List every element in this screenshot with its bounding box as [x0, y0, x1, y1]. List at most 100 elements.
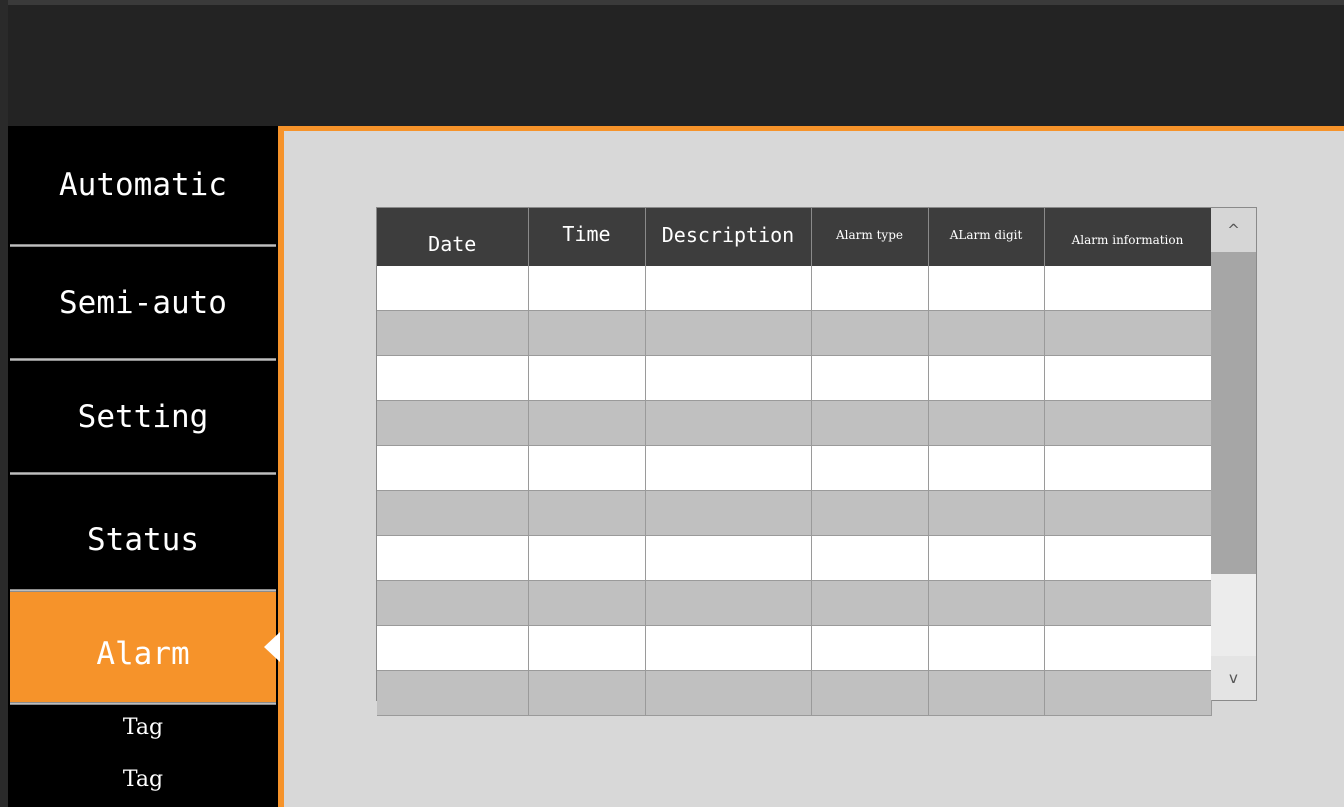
table-cell — [528, 355, 646, 401]
table-cell — [928, 670, 1045, 716]
column-header-alarm-type[interactable]: Alarm type — [811, 208, 929, 266]
active-indicator-arrow — [264, 632, 280, 662]
table-cell — [377, 445, 529, 491]
table-cell — [928, 266, 1045, 311]
table-cell — [928, 310, 1045, 356]
column-header-date[interactable]: Date — [377, 208, 529, 266]
table-cell — [645, 580, 812, 626]
table-cell — [528, 670, 646, 716]
table-cell — [377, 355, 529, 401]
table-cell — [811, 355, 929, 401]
table-cell — [928, 580, 1045, 626]
table-cell — [928, 445, 1045, 491]
scrollbar-thumb[interactable] — [1211, 252, 1256, 574]
nav-item-label: Setting — [77, 398, 209, 435]
table-cell — [811, 490, 929, 536]
table-row[interactable] — [377, 535, 1212, 581]
table-cell — [928, 625, 1045, 671]
table-cell — [1044, 355, 1212, 401]
table-cell — [377, 625, 529, 671]
table-cell — [1044, 535, 1212, 581]
table-cell — [377, 535, 529, 581]
table-cell — [528, 490, 646, 536]
top-banner — [8, 0, 1344, 126]
table-cell — [528, 266, 646, 311]
column-header-time[interactable]: Time — [528, 208, 646, 266]
table-cell — [928, 355, 1045, 401]
nav-item-label: Automatic — [59, 167, 227, 203]
table-cell — [811, 625, 929, 671]
table-cell — [645, 400, 812, 446]
table-row[interactable] — [377, 625, 1212, 671]
table-cell — [377, 310, 529, 356]
table-cell — [645, 310, 812, 356]
table-row[interactable] — [377, 580, 1212, 626]
table-cell — [1044, 580, 1212, 626]
tag-label-1: Tag — [122, 715, 164, 740]
table-cell — [928, 490, 1045, 536]
alarm-grid: Date Time Description Alarm type ALarm d… — [377, 208, 1212, 716]
nav-setting-button[interactable]: Setting — [10, 361, 276, 472]
table-cell — [811, 670, 929, 716]
tag-label-2: Tag — [122, 767, 164, 792]
table-cell — [1044, 670, 1212, 716]
nav-alarm-button[interactable]: Alarm — [10, 592, 276, 702]
table-cell — [645, 490, 812, 536]
table-cell — [811, 266, 929, 311]
table-cell — [528, 535, 646, 581]
column-header-alarm-information[interactable]: Alarm information — [1044, 208, 1212, 266]
table-row[interactable] — [377, 670, 1212, 716]
alarm-table: Date Time Description Alarm type ALarm d… — [376, 207, 1257, 716]
nav-item-label: Semi-auto — [59, 284, 227, 321]
table-cell — [645, 355, 812, 401]
table-cell — [811, 445, 929, 491]
nav-automatic-button[interactable]: Automatic — [10, 126, 276, 244]
chevron-down-icon[interactable]: v — [1211, 656, 1256, 700]
table-cell — [1044, 310, 1212, 356]
table-cell — [377, 580, 529, 626]
table-cell — [645, 445, 812, 491]
table-cell — [645, 266, 812, 311]
table-cell — [1044, 490, 1212, 536]
table-cell — [645, 670, 812, 716]
table-cell — [377, 400, 529, 446]
table-cell — [645, 535, 812, 581]
table-cell — [528, 400, 646, 446]
table-cell — [928, 400, 1045, 446]
table-cell — [1044, 625, 1212, 671]
table-row[interactable] — [377, 400, 1212, 446]
table-header-row: Date Time Description Alarm type ALarm d… — [377, 208, 1212, 266]
table-row[interactable] — [377, 266, 1212, 311]
table-row[interactable] — [377, 490, 1212, 536]
table-row[interactable] — [377, 310, 1212, 356]
table-cell — [528, 580, 646, 626]
table-cell — [811, 580, 929, 626]
nav-semi-auto-button[interactable]: Semi-auto — [10, 247, 276, 358]
nav-item-label: Status — [87, 522, 199, 558]
column-header-description[interactable]: Description — [645, 208, 812, 266]
table-cell — [377, 266, 529, 311]
table-cell — [811, 400, 929, 446]
nav-item-label: Alarm — [96, 636, 190, 672]
sidebar: Automatic Semi-auto Setting Status Alarm… — [8, 126, 278, 807]
chevron-up-icon[interactable]: ^ — [1211, 208, 1256, 252]
left-frame — [0, 0, 8, 807]
table-cell — [377, 490, 529, 536]
table-cell — [1044, 445, 1212, 491]
table-cell — [1044, 266, 1212, 311]
nav-status-button[interactable]: Status — [10, 475, 276, 589]
table-cell — [811, 310, 929, 356]
table-cell — [528, 625, 646, 671]
table-cell — [645, 625, 812, 671]
column-header-alarm-digit[interactable]: ALarm digit — [928, 208, 1045, 266]
table-scrollbar[interactable]: ^ v — [1211, 208, 1256, 700]
table-cell — [811, 535, 929, 581]
hmi-screen: Automatic Semi-auto Setting Status Alarm… — [0, 0, 1344, 807]
table-cell — [528, 310, 646, 356]
table-row[interactable] — [377, 355, 1212, 401]
table-cell — [928, 535, 1045, 581]
table-row[interactable] — [377, 445, 1212, 491]
table-cell — [528, 445, 646, 491]
table-cell — [1044, 400, 1212, 446]
table-cell — [377, 670, 529, 716]
